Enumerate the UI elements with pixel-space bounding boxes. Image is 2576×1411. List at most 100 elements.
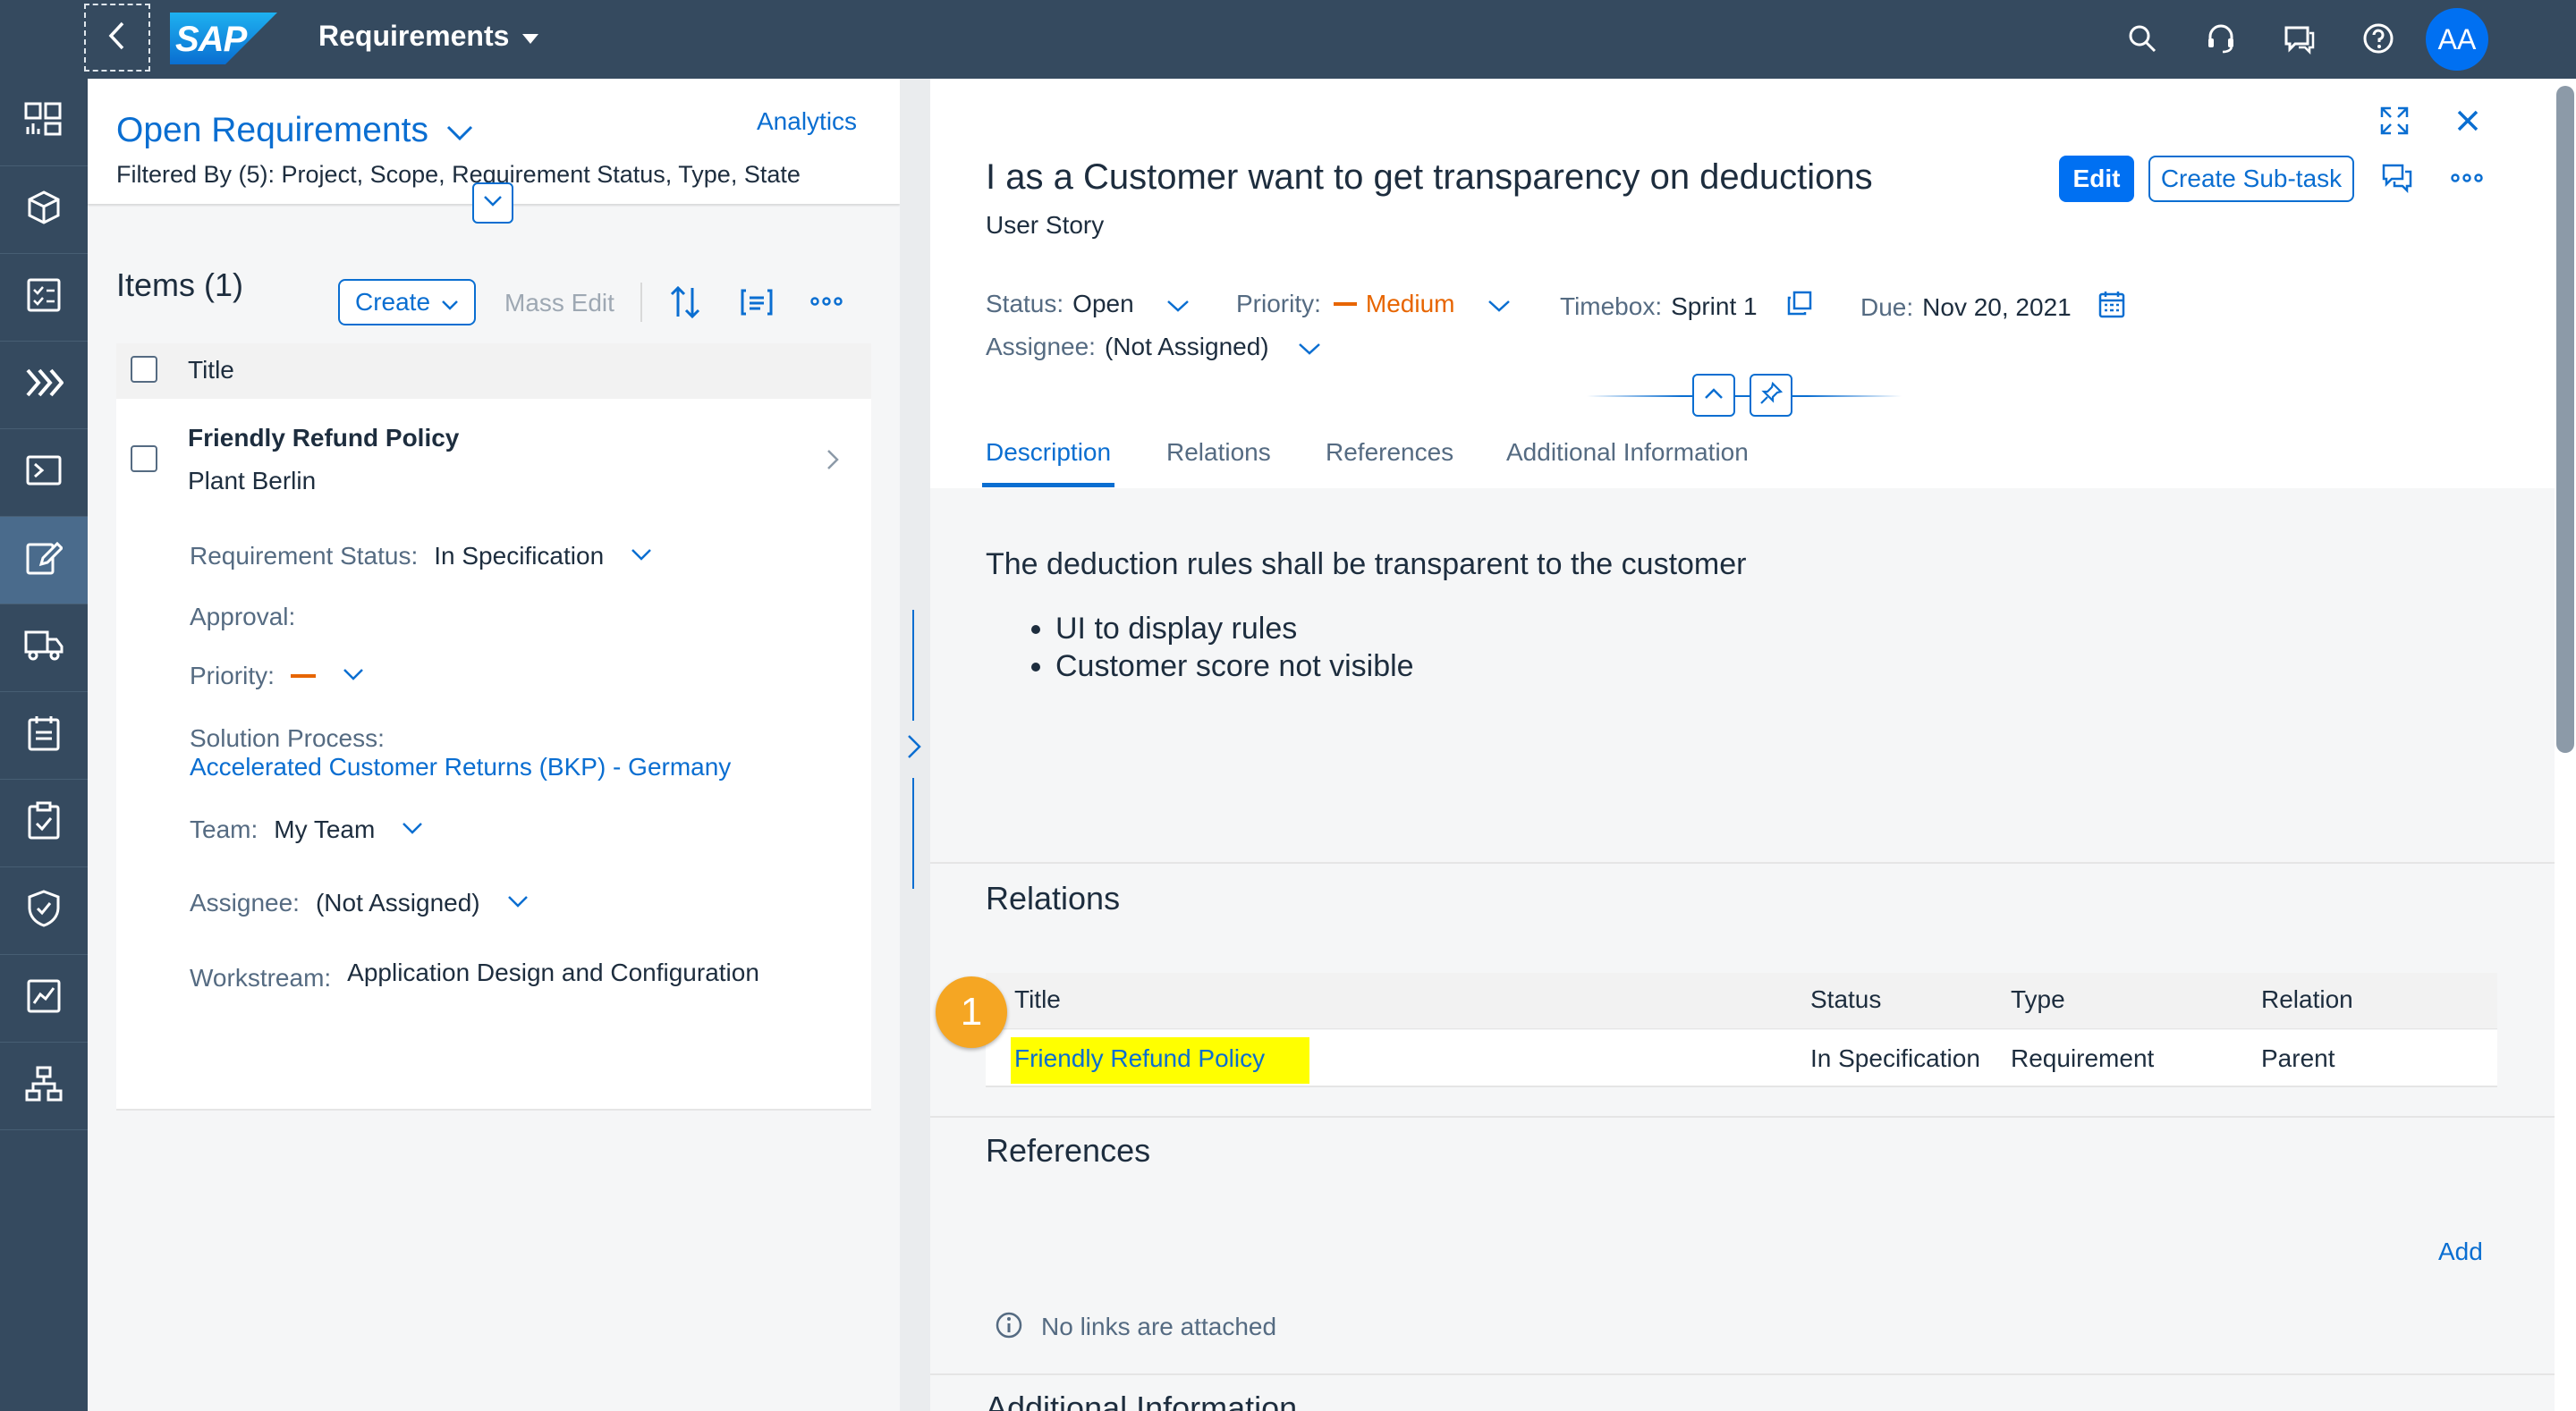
references-title: References [986, 1132, 1151, 1169]
back-button[interactable] [84, 4, 150, 72]
nav-item-tasks[interactable] [0, 254, 88, 342]
team-field[interactable]: Team: My Team [190, 815, 423, 844]
row-checkbox[interactable] [131, 445, 157, 472]
close-icon[interactable] [2456, 109, 2479, 137]
select-all-checkbox[interactable] [131, 356, 157, 383]
fullscreen-icon[interactable] [2379, 106, 2410, 140]
edit-button[interactable]: Edit [2059, 156, 2134, 202]
additional-information-title: Additional Information [986, 1390, 1298, 1411]
dashboard-icon [24, 102, 64, 142]
chevron-down-icon [1487, 290, 1511, 318]
status-field[interactable]: Status: Open [986, 290, 1190, 318]
checklist-icon [26, 277, 62, 317]
chevron-right-icon[interactable] [826, 449, 839, 475]
tab-references[interactable]: References [1326, 438, 1453, 467]
variant-selector[interactable]: Open Requirements [116, 111, 473, 150]
analytics-link[interactable]: Analytics [757, 107, 857, 136]
section-divider [930, 862, 2555, 864]
assignee-field[interactable]: Assignee: (Not Assigned) [986, 333, 1321, 361]
item-title: Friendly Refund Policy [188, 424, 460, 452]
group-icon[interactable] [741, 288, 773, 321]
priority-field[interactable]: Priority: Medium [1236, 290, 1511, 318]
user-avatar[interactable]: AA [2426, 8, 2488, 71]
column-relation: Relation [2261, 985, 2353, 1013]
search-icon[interactable] [2122, 18, 2163, 59]
add-reference-link[interactable]: Add [2438, 1238, 2483, 1266]
nav-item-calendar[interactable] [0, 692, 88, 780]
chevron-up-icon [1704, 387, 1724, 404]
nav-item-deliverables[interactable] [0, 429, 88, 517]
chevron-down-icon [402, 822, 423, 839]
assignee-value: (Not Assigned) [315, 889, 480, 917]
chevron-down-icon [446, 111, 473, 150]
toolbar-separator [640, 283, 642, 322]
priority-medium-indicator [1333, 302, 1357, 306]
more-icon[interactable] [810, 295, 843, 312]
relations-table-header: Title Status Type Relation [986, 973, 2497, 1029]
nav-item-dashboard[interactable] [0, 79, 88, 166]
section-divider [930, 1116, 2555, 1118]
pin-header-button[interactable] [1750, 374, 1792, 417]
sort-icon[interactable] [669, 284, 701, 325]
relation-status: In Specification [1810, 1044, 1980, 1072]
copy-icon[interactable] [1786, 290, 1813, 323]
relation-title-link[interactable]: Friendly Refund Policy [1014, 1044, 1265, 1073]
team-value: My Team [274, 815, 376, 843]
tab-relations[interactable]: Relations [1166, 438, 1271, 467]
priority-medium-indicator [290, 674, 316, 678]
mass-edit-button[interactable]: Mass Edit [504, 289, 614, 317]
priority-label: Priority: [1236, 290, 1321, 317]
tab-additional-information[interactable]: Additional Information [1506, 438, 1749, 467]
collapse-header-button[interactable] [1692, 374, 1735, 417]
hierarchy-icon [25, 1066, 63, 1106]
table-row[interactable]: Friendly Refund Policy Plant Berlin Requ… [116, 399, 871, 1111]
cube-icon [26, 190, 62, 230]
nav-item-scope[interactable] [0, 166, 88, 254]
chevron-down-icon [483, 195, 503, 212]
solution-process-label: Solution Process: [190, 724, 385, 752]
more-icon[interactable] [2451, 172, 2483, 189]
headset-icon[interactable] [2200, 18, 2241, 59]
solution-process-link[interactable]: Accelerated Customer Returns (BKP) - Ger… [190, 753, 731, 782]
column-title: Title [1014, 985, 1061, 1013]
scrollbar-thumb[interactable] [2556, 86, 2574, 753]
logo-text: SAP [175, 20, 247, 59]
relations-title: Relations [986, 880, 1121, 917]
workstream-field: Workstream: Application Design and Confi… [190, 959, 759, 992]
nav-item-analytics[interactable] [0, 955, 88, 1043]
priority-field[interactable]: Priority: [190, 662, 364, 690]
app-title-menu[interactable]: Requirements [318, 20, 539, 53]
list-item: UI to display rules [1055, 610, 1414, 647]
nav-item-hierarchy[interactable] [0, 1043, 88, 1130]
section-divider [930, 1373, 2555, 1375]
calendar-icon[interactable] [2098, 290, 2125, 325]
nav-item-delivery[interactable] [0, 604, 88, 692]
nav-item-test[interactable] [0, 780, 88, 867]
requirement-status-field[interactable]: Requirement Status: In Specification [190, 542, 652, 570]
create-subtask-button[interactable]: Create Sub-task [2148, 156, 2354, 202]
truck-icon [24, 629, 64, 667]
nav-item-quality[interactable] [0, 867, 88, 955]
collapse-header-button[interactable] [472, 182, 513, 224]
chevron-down-icon [1166, 290, 1190, 318]
nav-item-requirements[interactable] [0, 517, 88, 604]
chevron-right-icon[interactable] [905, 733, 923, 765]
timebox-field: Timebox: Sprint 1 [1560, 290, 1813, 323]
assignee-field[interactable]: Assignee: (Not Assigned) [190, 889, 529, 917]
pin-icon [1759, 381, 1784, 410]
tab-description[interactable]: Description [986, 438, 1111, 467]
side-navigation [0, 79, 88, 1411]
feedback-icon[interactable] [2279, 18, 2320, 59]
chevron-down-icon [1298, 333, 1321, 361]
help-icon[interactable] [2358, 18, 2399, 59]
nav-item-process[interactable] [0, 342, 88, 429]
shield-check-icon [27, 890, 61, 932]
sap-logo: SAP [170, 13, 277, 64]
splitter-bar-top [912, 610, 914, 721]
column-type: Type [2011, 985, 2065, 1013]
discussion-icon[interactable] [2381, 163, 2413, 198]
workstream-label: Workstream: [190, 964, 332, 992]
chart-icon [26, 978, 62, 1018]
create-button[interactable]: Create [338, 279, 476, 325]
assignee-label: Assignee: [190, 889, 300, 917]
